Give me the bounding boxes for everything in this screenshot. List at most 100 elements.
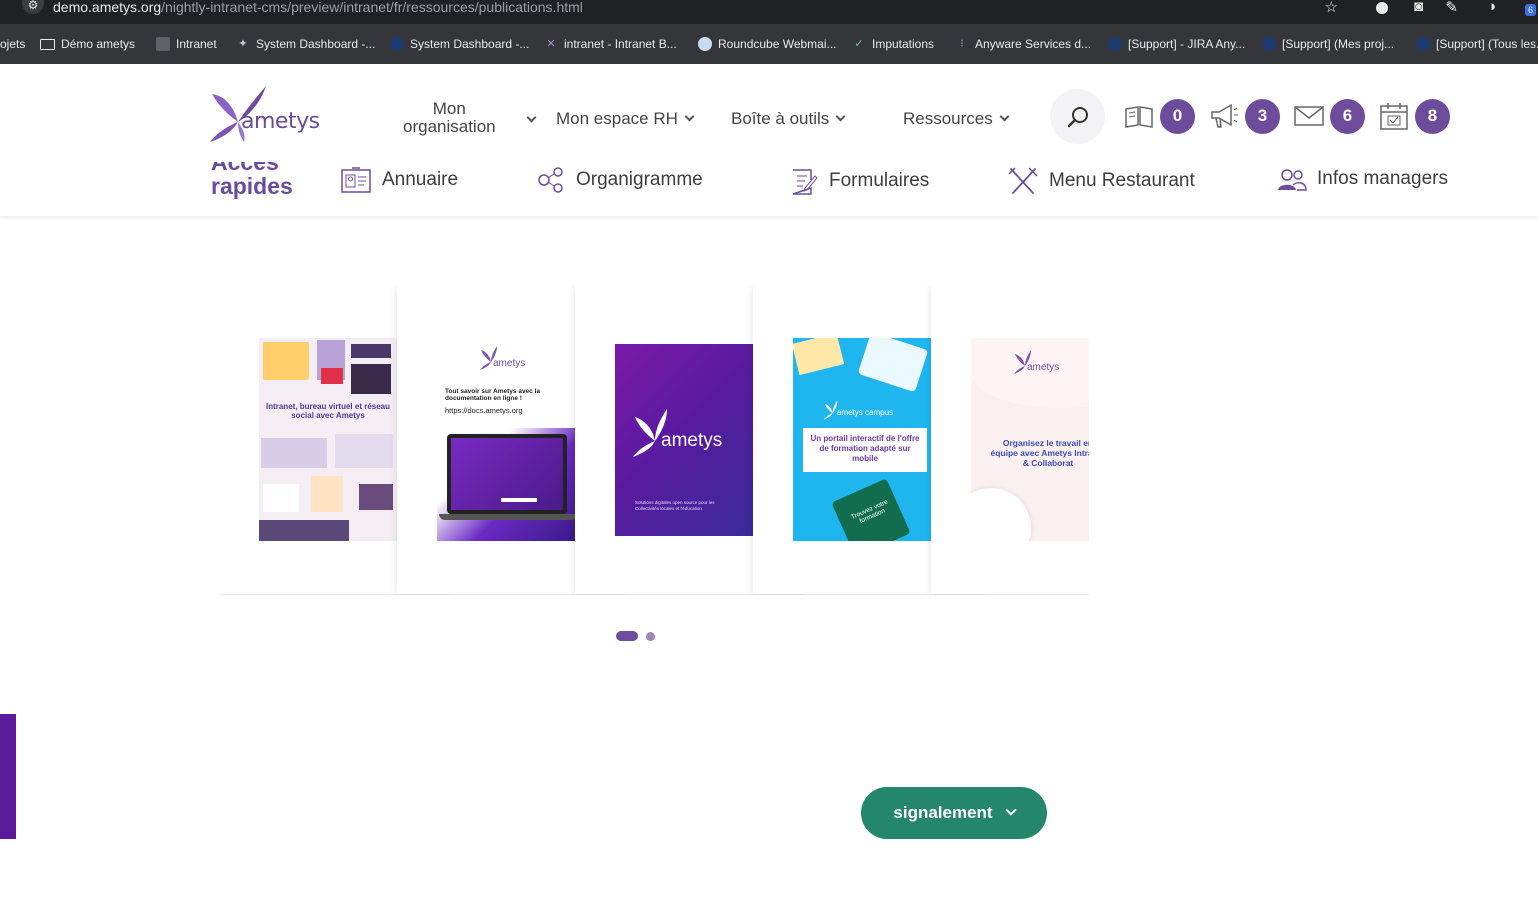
page-icon — [156, 37, 170, 51]
bookmark-label: [Support] - JIRA Any... — [1128, 37, 1246, 51]
nav-mon-espace-rh[interactable]: Mon espace RH — [556, 109, 695, 129]
calendar-badge: 8 — [1415, 98, 1450, 134]
bookmark-item[interactable]: [Support] - JIRA Any... — [1108, 37, 1245, 51]
roundcube-icon — [698, 37, 712, 51]
nav-mon-organisation[interactable]: Mon organisation — [403, 100, 496, 136]
publication-caption: Organisez le travail en équipe avec Amet… — [990, 438, 1089, 468]
chevron-down-icon — [1004, 804, 1017, 816]
url-text[interactable]: demo.ametys.org/nightly-intranet-cms/pre… — [53, 0, 583, 14]
quick-link-label: Organigramme — [576, 169, 703, 190]
bookmark-item[interactable]: Intranet — [156, 37, 217, 51]
camera-icon[interactable]: ◙ — [1414, 0, 1423, 15]
quick-link-menu-restaurant[interactable]: Menu Restaurant — [1007, 166, 1195, 196]
ametys-icon: ✕ — [546, 38, 556, 50]
org-chart-icon — [538, 167, 563, 193]
announcements-badge: 3 — [1245, 98, 1280, 134]
quick-link-label: Formulaires — [829, 170, 930, 191]
pen-icon[interactable]: ✎ — [1445, 0, 1458, 16]
bookmark-item[interactable]: [Support] (Tous les... — [1416, 37, 1538, 51]
bookmark-label: Roundcube Webmai... — [718, 37, 837, 51]
extension-icon[interactable]: ◑ — [1487, 0, 1496, 15]
jira-icon — [1262, 37, 1276, 51]
book-icon — [1125, 106, 1153, 128]
quick-link-annuaire[interactable]: Annuaire — [340, 166, 458, 194]
url-host: demo.ametys.org — [53, 0, 162, 15]
quick-link-organigramme[interactable]: Organigramme — [536, 166, 703, 194]
bookmark-item[interactable]: ojets — [0, 37, 25, 51]
logo-text[interactable]: ametys — [241, 109, 320, 134]
chevron-down-icon — [999, 111, 1010, 122]
publication-footer: Solutions digitales open source pour les… — [635, 500, 715, 511]
chevron-down-icon — [684, 111, 695, 122]
chevron-down-icon[interactable] — [526, 112, 537, 123]
publications-carousel: Intranet, bureau virtuel et réseau socia… — [219, 285, 1089, 595]
signalement-button[interactable]: signalement — [861, 787, 1047, 839]
nav-label: Mon — [432, 99, 466, 118]
contact-card-icon — [341, 167, 371, 193]
bookmark-item[interactable]: Démo ametys — [40, 37, 135, 51]
nav-boite-a-outils[interactable]: Boîte à outils — [731, 109, 846, 129]
bookmark-label: System Dashboard -... — [256, 37, 376, 51]
browser-address-bar[interactable]: ⚙ demo.ametys.org/nightly-intranet-cms/p… — [0, 0, 1538, 24]
carousel-dot-1[interactable] — [616, 631, 638, 641]
publications-counter[interactable]: 0 — [1124, 98, 1195, 134]
mail-badge: 6 — [1330, 98, 1365, 134]
bookmark-item[interactable]: [Support] (Mes proj... — [1262, 37, 1394, 51]
jira-icon: ✦ — [238, 38, 248, 50]
publication-caption: Intranet, bureau virtuel et réseau socia… — [265, 402, 391, 420]
nav-ressources[interactable]: Ressources — [903, 109, 1010, 129]
quick-link-infos-managers[interactable]: Infos managers — [1277, 166, 1448, 192]
quick-link-label: Annuaire — [382, 169, 459, 190]
bookmark-label: [Support] (Tous les... — [1436, 37, 1538, 51]
quick-link-formulaires[interactable]: Formulaires — [789, 166, 929, 196]
folder-icon — [40, 38, 55, 50]
publication-thumbnail: ametys Tout savoir sur Ametys avec la do… — [437, 338, 575, 541]
publication-card[interactable]: ametys Organisez le travail en équipe av… — [931, 285, 1089, 594]
publication-logo-text: ametys — [661, 430, 723, 451]
quick-link-label: Menu Restaurant — [1049, 170, 1195, 191]
megaphone-icon — [1211, 103, 1238, 128]
jira-icon — [390, 37, 404, 51]
quick-link-label: Infos managers — [1317, 168, 1448, 189]
bookmark-item[interactable]: ✦ System Dashboard -... — [236, 37, 375, 51]
calendar-counter[interactable]: 8 — [1379, 98, 1450, 134]
bookmark-label: intranet - Intranet B... — [564, 37, 677, 51]
nav-label: Mon espace RH — [556, 109, 678, 128]
bookmark-label: Démo ametys — [61, 37, 136, 51]
bookmark-item[interactable]: ✓ Imputations — [852, 37, 934, 51]
bookmark-item[interactable]: System Dashboard -... — [390, 37, 529, 51]
bookmark-label: System Dashboard -... — [410, 37, 530, 51]
bookmark-item[interactable]: ⁝ Anyware Services d... — [955, 37, 1091, 51]
url-path: /nightly-intranet-cms/preview/intranet/f… — [161, 0, 583, 15]
extension-badge: 6 — [1524, 4, 1536, 16]
publication-link: https://docs.ametys.org — [445, 406, 523, 415]
search-button[interactable] — [1050, 89, 1105, 144]
publication-logo-text: ametys — [493, 358, 526, 369]
mail-counter[interactable]: 6 — [1294, 98, 1365, 134]
carousel-pagination — [616, 631, 655, 641]
star-icon[interactable]: ☆ — [1325, 0, 1338, 16]
carousel-dot-2[interactable] — [646, 631, 655, 641]
bookmark-item[interactable]: Roundcube Webmai... — [698, 37, 837, 51]
bookmark-label: Imputations — [872, 37, 935, 51]
bookmarks-bar: ojets Démo ametys Intranet ✦ System Dashb… — [0, 24, 1538, 64]
mail-icon — [1294, 106, 1324, 126]
bookmark-label: Anyware Services d... — [975, 37, 1092, 51]
quick-access-title: Accès rapides — [211, 162, 293, 206]
publication-thumbnail: ametys campus Un portail interactif de l… — [793, 338, 931, 541]
publication-caption: Tout savoir sur Ametys avec la documenta… — [445, 388, 541, 402]
nav-label: Ressources — [903, 109, 993, 128]
bookmark-item[interactable]: ✕ intranet - Intranet B... — [544, 37, 677, 51]
publication-logo-text: ametys — [1027, 362, 1060, 373]
bookmark-label: ojets — [0, 37, 26, 51]
announcements-counter[interactable]: 3 — [1209, 98, 1280, 134]
publication-thumbnail: ametys Organisez le travail en équipe av… — [971, 338, 1089, 541]
publication-logo-text: ametys campus — [837, 408, 894, 417]
side-panel-tab[interactable] — [0, 714, 16, 839]
utensils-icon — [1008, 167, 1038, 194]
nav-label: Boîte à outils — [731, 109, 830, 128]
quick-title-line: rapides — [211, 173, 293, 199]
jira-icon — [1108, 37, 1122, 51]
profile-icon[interactable] — [1376, 2, 1388, 14]
site-info-icon[interactable]: ⚙ — [22, 0, 44, 14]
